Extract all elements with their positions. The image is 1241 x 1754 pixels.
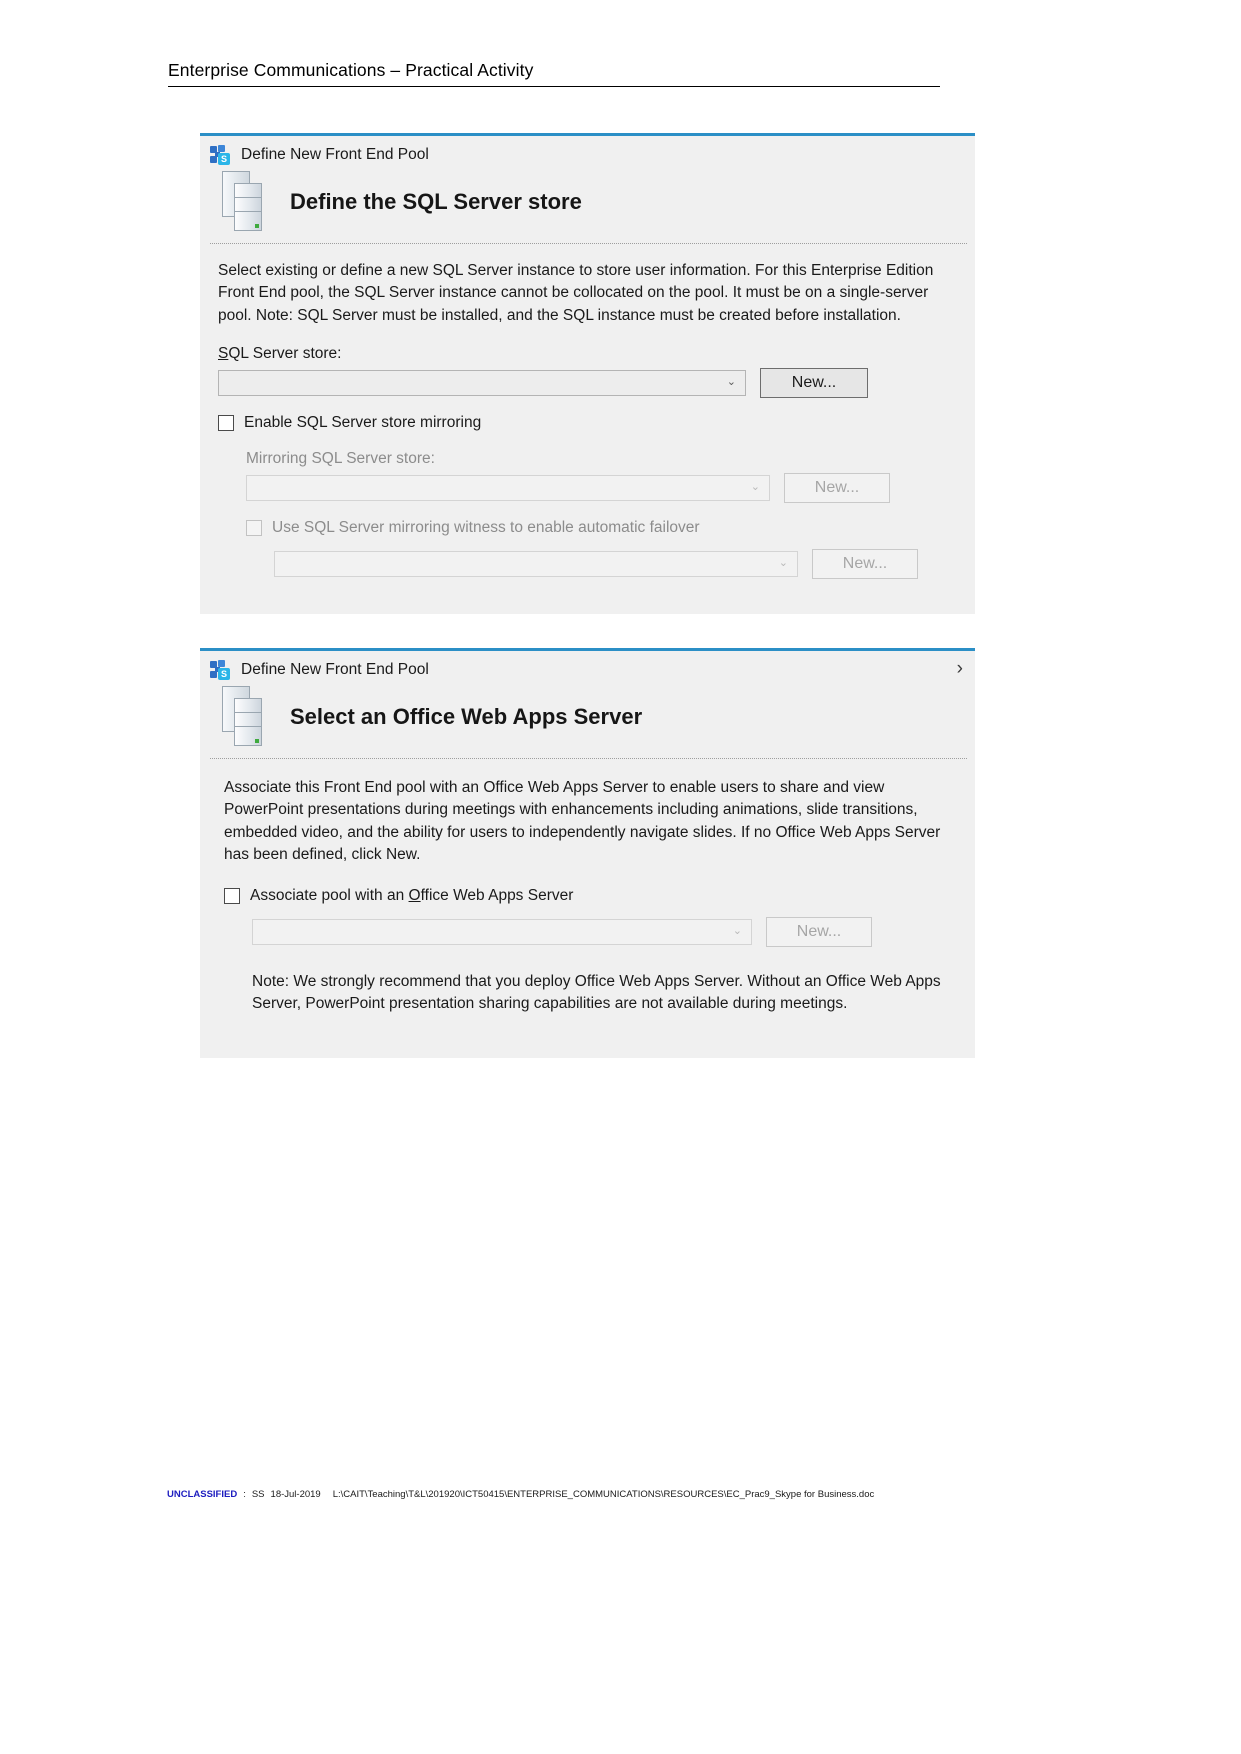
header-rule — [168, 86, 940, 87]
classification-marking: UNCLASSIFIED — [167, 1489, 238, 1500]
chevron-right-icon[interactable]: › — [957, 659, 963, 678]
mirroring-store-label: Mirroring SQL Server store: — [246, 450, 435, 468]
dialog-titlebar: S Define New Front End Pool — [200, 136, 975, 165]
description-line-3: embedded video, and the ability for user… — [224, 823, 941, 841]
witness-checkbox-row[interactable]: Use SQL Server mirroring witness to enab… — [246, 519, 961, 537]
page-footer: UNCLASSIFIED : SS 18-Jul-2019 L:\CAIT\Te… — [167, 1489, 874, 1500]
note-line-2: Server, PowerPoint presentation sharing … — [252, 995, 848, 1013]
associate-store-row: ⌄ New... — [252, 916, 961, 947]
description-line-2: PowerPoint presentations during meetings… — [224, 801, 918, 819]
dialog-define-sql-server-store: S Define New Front End Pool Define the S… — [200, 133, 975, 614]
dialog-heading-row: Define the SQL Server store — [200, 165, 975, 243]
witness-store-row: ⌄ New... — [274, 549, 961, 580]
description-line-1: Associate this Front End pool with an Of… — [224, 779, 885, 796]
mirroring-store-row: ⌄ New... — [246, 473, 961, 504]
chevron-down-icon: ⌄ — [732, 924, 742, 937]
description-line-1: Select existing or define a new SQL Serv… — [218, 262, 934, 279]
witness-label: Use SQL Server mirroring witness to enab… — [272, 519, 700, 537]
mirroring-store-combobox[interactable]: ⌄ — [246, 475, 770, 502]
enable-mirroring-checkbox[interactable] — [218, 415, 234, 432]
skype-for-business-icon: S — [210, 660, 232, 680]
description-line-3: pool. Note: SQL Server must be installed… — [218, 306, 901, 324]
sql-server-store-new-button[interactable]: New... — [760, 368, 868, 399]
enable-mirroring-label: Enable SQL Server store mirroring — [244, 414, 482, 432]
note-line-1: Note: We strongly recommend that you dep… — [252, 972, 941, 990]
sql-server-store-label: SQL Server store: — [218, 345, 342, 363]
chevron-down-icon: ⌄ — [726, 376, 736, 389]
dialog-select-office-web-apps-server: S Define New Front End Pool › Select an … — [200, 648, 975, 1058]
chevron-down-icon: ⌄ — [778, 557, 788, 570]
sql-server-store-row: ⌄ New... — [218, 368, 961, 399]
dialog-heading-row: Select an Office Web Apps Server — [200, 680, 975, 758]
office-web-apps-server-new-button[interactable]: New... — [766, 916, 872, 947]
page-title: Enterprise Communications – Practical Ac… — [168, 60, 534, 80]
dialog-titlebar: S Define New Front End Pool › — [200, 651, 975, 680]
dialog-heading: Define the SQL Server store — [290, 189, 582, 214]
dialog-title: Define New Front End Pool — [241, 146, 429, 163]
skype-for-business-icon: S — [210, 145, 232, 165]
witness-store-new-button[interactable]: New... — [812, 549, 918, 580]
dialog-title: Define New Front End Pool — [241, 661, 429, 678]
page-header: Enterprise Communications – Practical Ac… — [168, 60, 940, 87]
office-web-apps-server-icon — [222, 686, 268, 748]
associate-pool-checkbox-row[interactable]: Associate pool with an Office Web Apps S… — [224, 887, 961, 905]
office-web-apps-server-combobox[interactable]: ⌄ — [252, 918, 752, 945]
footer-document-path: L:\CAIT\Teaching\T&L\201920\ICT50415\ENT… — [332, 1489, 875, 1500]
enable-mirroring-checkbox-row[interactable]: Enable SQL Server store mirroring — [218, 414, 961, 432]
footer-separator: : — [243, 1489, 246, 1500]
sql-server-store-combobox[interactable]: ⌄ — [218, 370, 746, 397]
footer-date: 18-Jul-2019 — [270, 1489, 321, 1500]
witness-store-combobox[interactable]: ⌄ — [274, 551, 798, 578]
dialog-body: Select existing or define a new SQL Serv… — [200, 244, 975, 580]
dialog-heading: Select an Office Web Apps Server — [290, 704, 643, 729]
chevron-down-icon: ⌄ — [750, 481, 760, 494]
witness-checkbox[interactable] — [246, 520, 262, 537]
sql-server-store-icon — [222, 171, 268, 233]
footer-initials: SS — [251, 1489, 265, 1500]
associate-pool-label: Associate pool with an Office Web Apps S… — [250, 886, 574, 904]
dialog-body: Associate this Front End pool with an Of… — [200, 759, 975, 1016]
description-line-4: has been defined, click New. — [224, 846, 421, 864]
mirroring-store-new-button[interactable]: New... — [784, 473, 890, 504]
description-line-2: Front End pool, the SQL Server instance … — [218, 284, 929, 302]
associate-pool-checkbox[interactable] — [224, 887, 240, 904]
